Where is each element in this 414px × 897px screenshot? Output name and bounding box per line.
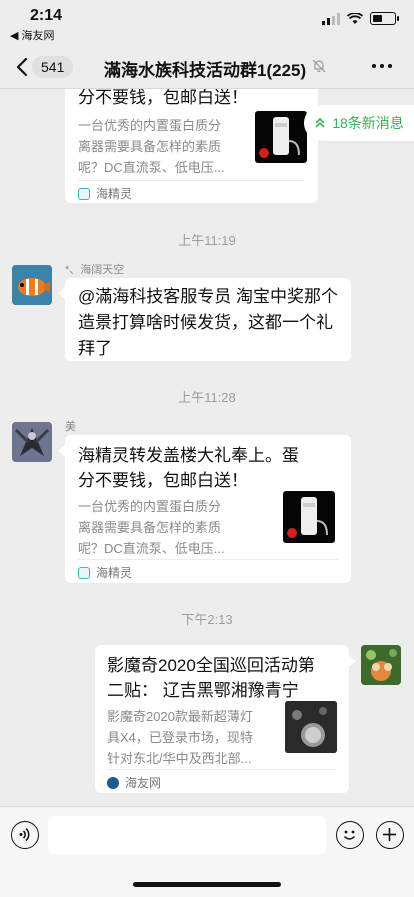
status-time: 2:14	[30, 7, 63, 24]
link-card[interactable]: 影魔奇2020全国巡回活动第 二贴： 辽吉黑鄂湘豫青宁 影魔奇2020款最新超薄…	[95, 645, 349, 793]
back-to-app-link[interactable]: ◀ 海友网	[10, 27, 55, 43]
timestamp: 上午11:19	[178, 233, 236, 248]
chevron-left-icon	[16, 57, 28, 77]
avatar[interactable]	[361, 645, 401, 685]
card-thumbnail	[255, 111, 307, 163]
card-source: 海精灵	[78, 185, 132, 202]
card-title: 影魔奇2020全国巡回活动第 二贴： 辽吉黑鄂湘豫青宁	[107, 656, 315, 700]
card-thumbnail	[283, 491, 335, 543]
plus-icon[interactable]	[376, 821, 404, 849]
source-app-icon	[107, 776, 119, 789]
card-title: 分不要钱，包邮白送！	[78, 89, 248, 107]
battery-icon	[370, 12, 399, 25]
timestamp: 上午11:28	[178, 390, 236, 405]
home-indicator	[133, 882, 281, 887]
unread-count-badge: 541	[32, 56, 74, 78]
emoji-icon[interactable]	[336, 821, 364, 849]
card-description: 一台优秀的内置蛋白质分 离器需要具备怎样的素质 呢？DC直流泵、低电压...	[78, 499, 225, 556]
avatar[interactable]	[12, 265, 52, 305]
text-message-bubble[interactable]: @滿海科技客服专员 淘宝中奖那个 造景打算啥时候发货，这都一个礼 拜了	[65, 278, 351, 361]
bell-off-icon	[312, 59, 326, 73]
sender-name: 美	[65, 421, 76, 433]
status-icons	[322, 12, 399, 25]
message-list[interactable]: 分不要钱，包邮白送！ 一台优秀的内置蛋白质分 离器需要具备怎样的素质 呢？DC直…	[0, 89, 414, 807]
card-source: 海友网	[107, 774, 161, 791]
signal-icon	[322, 12, 340, 25]
link-card[interactable]: 海精灵转发盖楼大礼奉上。蛋 分不要钱，包邮白送！ 一台优秀的内置蛋白质分 离器需…	[65, 435, 351, 583]
card-description: 一台优秀的内置蛋白质分 离器需要具备怎样的素质 呢？DC直流泵、低电压...	[78, 118, 225, 175]
chat-title: 滿海水族科技活动群1(225)	[104, 61, 307, 80]
source-app-icon	[78, 187, 90, 200]
card-thumbnail	[285, 701, 337, 753]
status-bar: 2:14 ◀ 海友网	[0, 0, 414, 44]
back-button[interactable]: 541	[16, 54, 76, 80]
timestamp: 下午2:13	[181, 612, 233, 627]
message-input[interactable]	[48, 816, 326, 854]
link-card[interactable]: 分不要钱，包邮白送！ 一台优秀的内置蛋白质分 离器需要具备怎样的素质 呢？DC直…	[65, 89, 318, 203]
new-messages-button[interactable]: 18条新消息	[304, 105, 414, 141]
voice-icon[interactable]	[11, 821, 39, 849]
card-title: 海精灵转发盖楼大礼奉上。蛋 分不要钱，包邮白送！	[78, 446, 299, 490]
more-dots-icon[interactable]	[372, 64, 392, 68]
avatar[interactable]	[12, 422, 52, 462]
sender-name: *、海阔天空	[65, 264, 125, 276]
wifi-icon	[347, 12, 363, 24]
card-description: 影魔奇2020款最新超薄灯 具X4，已登录市场，现特 针对东北/华中及西北部..…	[107, 709, 253, 766]
double-chevron-up-icon	[315, 117, 325, 128]
card-source: 海精灵	[78, 564, 132, 581]
source-app-icon	[78, 566, 90, 579]
chat-header: 541 滿海水族科技活动群1(225)	[0, 44, 414, 89]
